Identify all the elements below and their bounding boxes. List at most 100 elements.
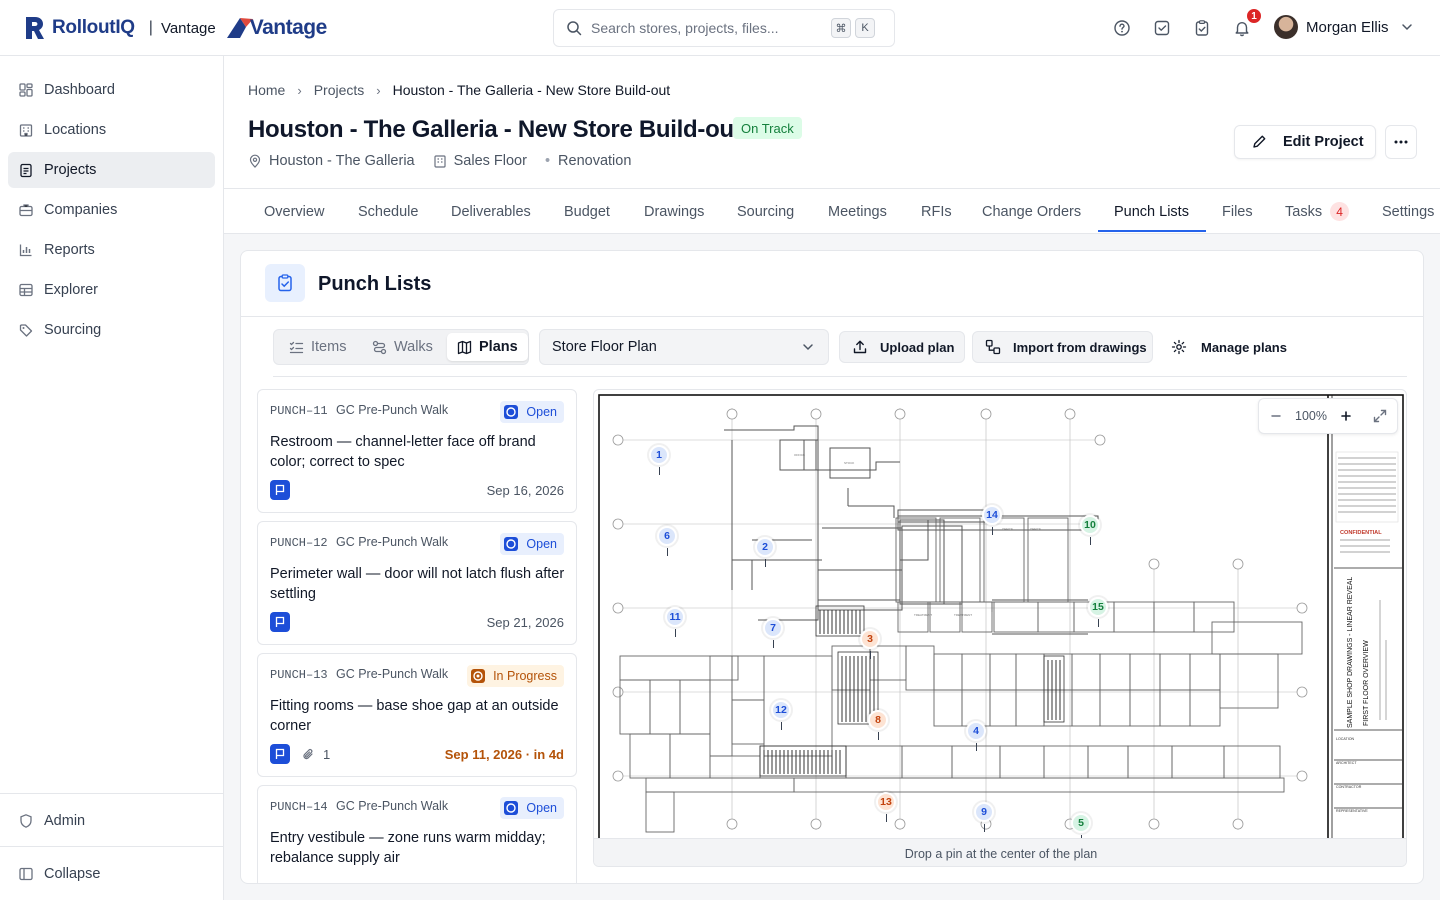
- punch-item-title: Fitting rooms — base shoe gap at an outs…: [270, 698, 559, 734]
- sheet-label-representative: REPRESENTATIVE: [1336, 809, 1368, 813]
- plan-pin[interactable]: 10: [1080, 515, 1100, 545]
- punch-item-card[interactable]: PUNCH–14 GC Pre-Punch Walk Open Entry ve…: [257, 785, 577, 883]
- plan-select[interactable]: Store Floor Plan: [539, 329, 829, 365]
- plus-icon: [1341, 411, 1351, 421]
- tab-budget[interactable]: Budget: [564, 189, 610, 234]
- plan-pin[interactable]: 13: [876, 792, 896, 822]
- view-walks-label: Walks: [394, 339, 433, 355]
- sidebar-item-projects[interactable]: Projects: [8, 152, 215, 188]
- tab-change-orders[interactable]: Change Orders: [982, 189, 1081, 234]
- brand-name: RolloutIQ: [52, 17, 135, 38]
- brand[interactable]: RolloutIQ | Vantage Vantage: [24, 14, 327, 42]
- plan-pin[interactable]: 5: [1071, 813, 1091, 843]
- sidebar: Dashboard Locations Projects Companies R…: [0, 56, 224, 900]
- view-items-button[interactable]: Items: [279, 333, 356, 361]
- project-area: Sales Floor: [433, 153, 527, 169]
- breadcrumb-current: Houston - The Galleria - New Store Build…: [392, 82, 671, 98]
- punch-item-id: PUNCH–11: [270, 404, 328, 418]
- project-area-text: Sales Floor: [453, 153, 527, 169]
- upload-plan-button[interactable]: Upload plan: [839, 331, 965, 363]
- search-input[interactable]: [591, 20, 827, 36]
- sidebar-item-label: Reports: [44, 242, 95, 258]
- status-badge: Open: [500, 401, 564, 423]
- status-open-icon: [504, 537, 519, 551]
- plan-pin[interactable]: 12: [771, 700, 791, 730]
- project-location: Houston - The Galleria: [248, 153, 415, 169]
- clipboard-check-icon[interactable]: [1192, 18, 1212, 38]
- tab-settings[interactable]: Settings: [1382, 189, 1434, 234]
- status-badge: Open: [500, 797, 564, 819]
- plan-pin[interactable]: 3: [860, 629, 880, 659]
- plan-pin[interactable]: 4: [966, 721, 986, 751]
- punch-item-card[interactable]: PUNCH–12 GC Pre-Punch Walk Open Perimete…: [257, 521, 577, 645]
- floor-plan-viewer[interactable]: OFFICE STOCK OFFICE OFFICE TREATMENT TREATM…: [593, 389, 1407, 867]
- sheet-label-location: LOCATION: [1336, 737, 1355, 741]
- punch-item-walk: GC Pre-Punch Walk: [336, 535, 449, 549]
- tasks-check-icon[interactable]: [1152, 18, 1172, 38]
- clipboard-check-icon: [265, 264, 305, 302]
- more-horizontal-icon: [1394, 140, 1408, 144]
- help-icon[interactable]: [1112, 18, 1132, 38]
- edit-project-button[interactable]: Edit Project: [1234, 125, 1376, 159]
- plan-pin[interactable]: 7: [763, 618, 783, 648]
- punch-item-due-date: Sep 16, 2026: [486, 483, 564, 498]
- tab-sourcing[interactable]: Sourcing: [737, 189, 794, 234]
- collapse-sidebar-button[interactable]: Collapse: [8, 858, 215, 890]
- import-icon: [985, 339, 1001, 355]
- tab-drawings[interactable]: Drawings: [644, 189, 704, 234]
- view-walks-button[interactable]: Walks: [362, 333, 443, 361]
- import-from-drawings-button[interactable]: Import from drawings: [972, 331, 1153, 363]
- sidebar-item-admin[interactable]: Admin: [8, 803, 215, 839]
- tab-files[interactable]: Files: [1222, 189, 1253, 234]
- pencil-icon: [1253, 135, 1266, 148]
- plan-pin[interactable]: 6: [657, 526, 677, 556]
- project-location-text: Houston - The Galleria: [269, 153, 415, 169]
- zoom-out-button[interactable]: [1259, 399, 1293, 433]
- sidebar-item-companies[interactable]: Companies: [8, 192, 215, 228]
- view-items-label: Items: [311, 339, 347, 355]
- tab-punch-lists[interactable]: Punch Lists: [1114, 189, 1189, 234]
- tab-meetings[interactable]: Meetings: [828, 189, 887, 234]
- project-meta: Houston - The Galleria Sales Floor • Ren…: [248, 153, 649, 169]
- fullscreen-button[interactable]: [1363, 399, 1397, 433]
- sidebar-item-sourcing[interactable]: Sourcing: [8, 312, 215, 348]
- punch-item-card[interactable]: PUNCH–11 GC Pre-Punch Walk Open Restroom…: [257, 389, 577, 513]
- user-name: Morgan Ellis: [1306, 18, 1389, 36]
- plan-pin[interactable]: 1: [649, 445, 669, 475]
- view-plans-button[interactable]: Plans: [447, 333, 528, 361]
- plan-pin[interactable]: 11: [665, 607, 685, 637]
- brand-separator: |: [148, 19, 153, 36]
- breadcrumb-projects[interactable]: Projects: [314, 82, 365, 98]
- status-badge: On Track: [733, 117, 802, 139]
- breadcrumb-home[interactable]: Home: [248, 82, 285, 98]
- tab-rfis[interactable]: RFIs: [921, 189, 952, 234]
- tab-tasks[interactable]: Tasks 4: [1285, 189, 1350, 234]
- tab-overview[interactable]: Overview: [264, 189, 324, 234]
- gear-icon: [1171, 339, 1187, 355]
- plan-pin[interactable]: 14: [982, 505, 1002, 535]
- punch-item-due-date: Sep 11, 2026 · in 4d: [444, 747, 564, 762]
- search-bar[interactable]: ⌘ K: [553, 9, 895, 47]
- zoom-in-button[interactable]: [1329, 399, 1363, 433]
- status-open-icon: [504, 405, 519, 419]
- paperclip-icon: [303, 748, 313, 760]
- edit-project-label: Edit Project: [1283, 134, 1364, 150]
- tag-icon: [19, 324, 33, 337]
- tab-deliverables[interactable]: Deliverables: [451, 189, 531, 234]
- plan-pin[interactable]: 2: [755, 537, 775, 567]
- plan-pin[interactable]: 8: [868, 710, 888, 740]
- sidebar-item-reports[interactable]: Reports: [8, 232, 215, 268]
- chevron-down-icon: [1401, 24, 1412, 31]
- sidebar-item-dashboard[interactable]: Dashboard: [8, 72, 215, 108]
- sidebar-item-explorer[interactable]: Explorer: [8, 272, 215, 308]
- plan-pin[interactable]: 15: [1088, 597, 1108, 627]
- rolloutiq-logo-icon: [26, 17, 44, 39]
- more-actions-button[interactable]: [1385, 125, 1417, 159]
- user-menu[interactable]: Morgan Ellis: [1274, 15, 1413, 39]
- plan-pin[interactable]: 9: [974, 802, 994, 832]
- sheet-label-architect: ARCHITECT: [1336, 761, 1357, 765]
- manage-plans-button[interactable]: Manage plans: [1171, 331, 1287, 363]
- punch-item-card[interactable]: PUNCH–13 GC Pre-Punch Walk In Progress F…: [257, 653, 577, 777]
- tab-schedule[interactable]: Schedule: [358, 189, 418, 234]
- sidebar-item-locations[interactable]: Locations: [8, 112, 215, 148]
